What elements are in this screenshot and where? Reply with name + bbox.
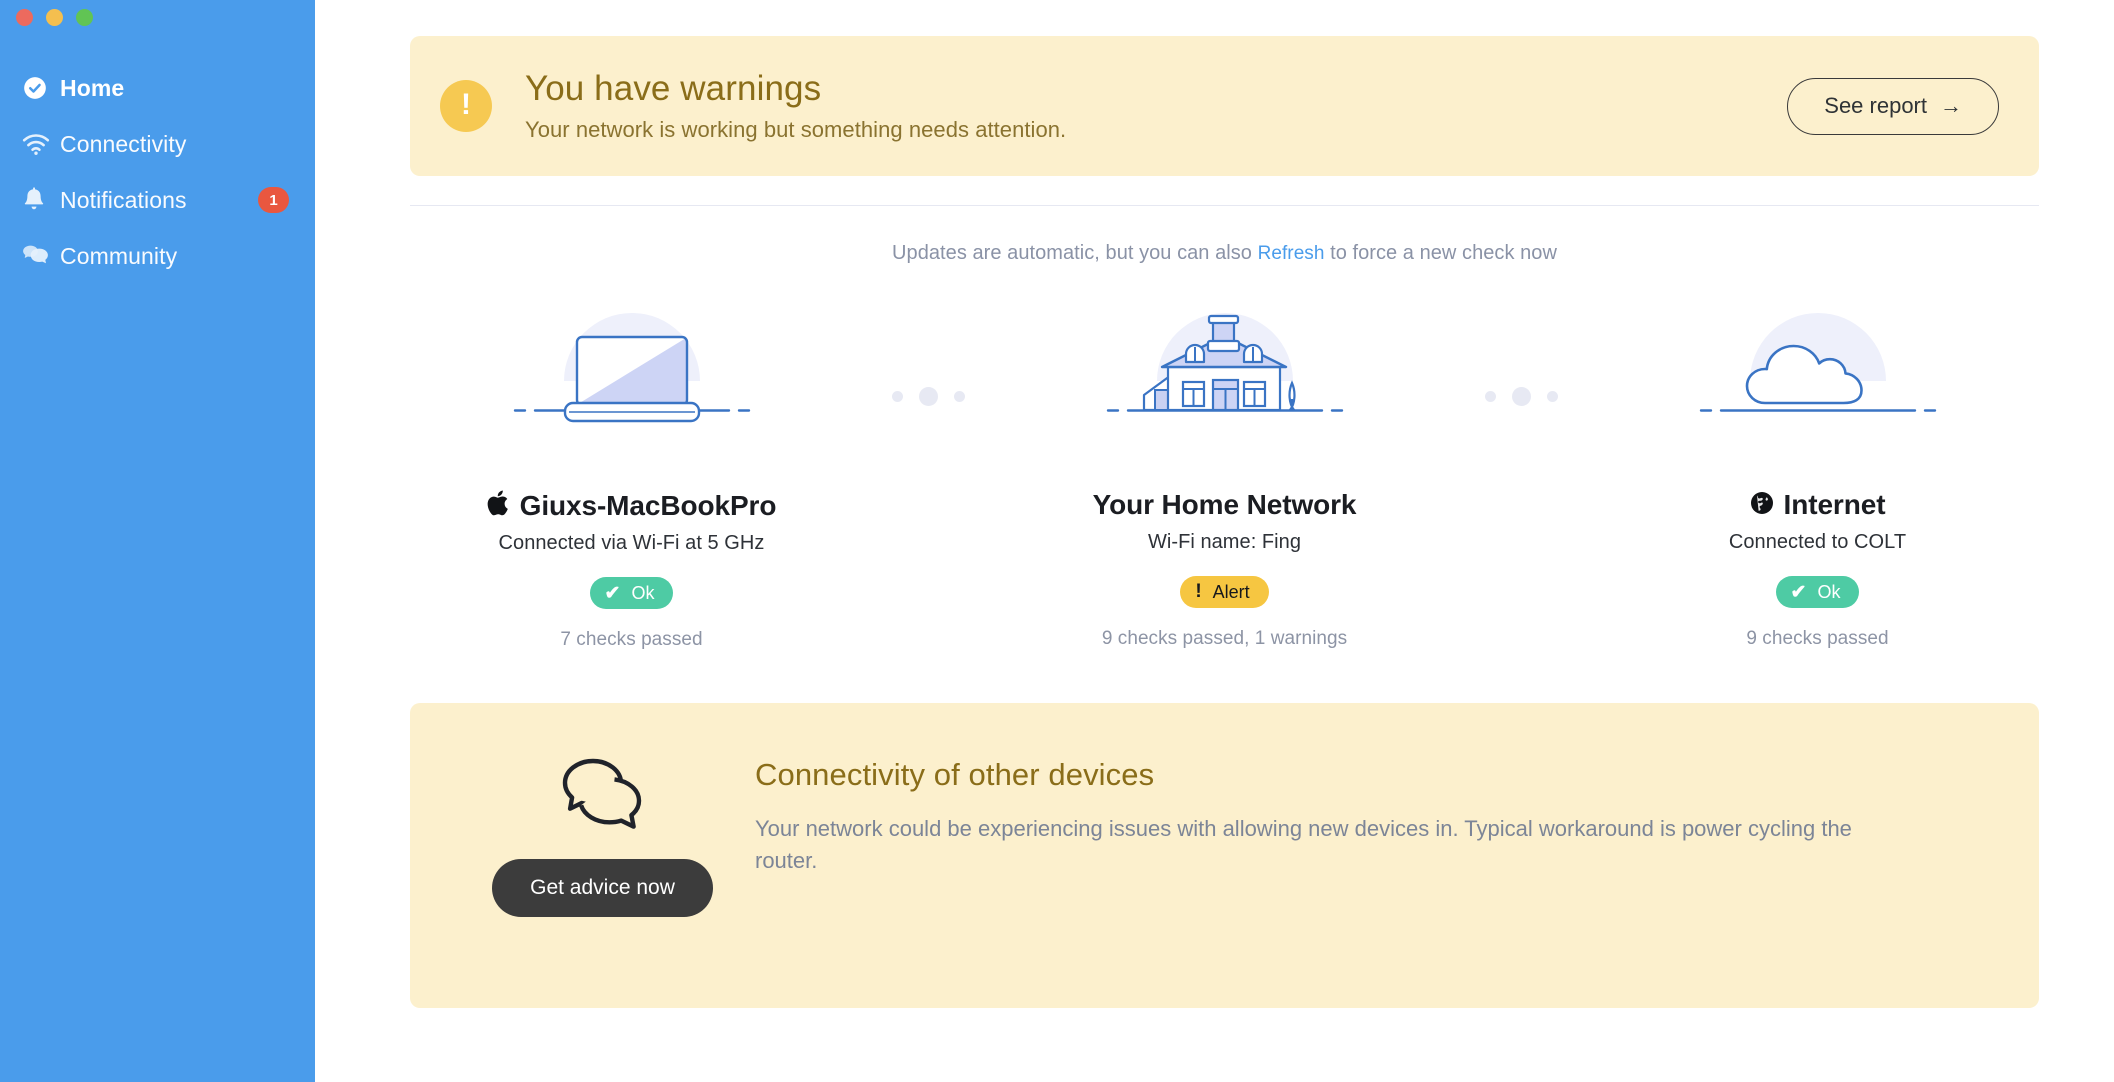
sidebar: Home Connectivity Notifications 1 Commun…: [0, 0, 315, 1082]
refresh-link[interactable]: Refresh: [1258, 243, 1325, 264]
chat-bubbles-outline-icon: [557, 755, 649, 835]
status-card-checks: 9 checks passed: [1746, 628, 1889, 649]
status-card-device[interactable]: Giuxs-MacBookPro Connected via Wi-Fi at …: [410, 291, 853, 651]
status-badge: ✔ Ok: [1775, 576, 1860, 608]
connector-dot: [918, 386, 938, 406]
exclamation-icon: !: [1195, 581, 1202, 602]
connector-dots-left: [853, 291, 1003, 451]
arrow-right-icon: →: [1940, 93, 1962, 118]
connector-dot: [953, 390, 965, 402]
status-card-checks: 9 checks passed, 1 warnings: [1101, 628, 1348, 649]
section-divider: [410, 205, 2039, 206]
status-card-title: Internet: [1750, 489, 1886, 521]
sidebar-item-community[interactable]: Community: [0, 228, 315, 284]
status-card-title: Giuxs-MacBookPro: [487, 489, 777, 522]
status-card-network[interactable]: Your Home Network Wi-Fi name: Fing ! Ale…: [1003, 291, 1446, 650]
see-report-button[interactable]: See report →: [1787, 77, 1999, 135]
refresh-hint-before: Updates are automatic, but you can also: [892, 242, 1252, 264]
warning-banner: ! You have warnings Your network is work…: [410, 36, 2039, 176]
status-badge: ✔ Ok: [589, 577, 674, 609]
sidebar-item-label: Connectivity: [60, 130, 187, 157]
warning-banner-text: You have warnings Your network is workin…: [525, 69, 1066, 143]
status-card-title-text: Your Home Network: [1092, 489, 1357, 520]
status-card-subtitle: Connected via Wi-Fi at 5 GHz: [498, 532, 765, 554]
notifications-badge: 1: [258, 187, 289, 213]
advice-title: Connectivity of other devices: [755, 757, 1155, 792]
sidebar-item-home[interactable]: Home: [0, 60, 315, 116]
cloud-illustration: [1693, 291, 1943, 451]
check-circle-icon: [22, 75, 56, 101]
advice-panel-left: Get advice now: [450, 755, 755, 917]
sidebar-item-label: Notifications: [60, 186, 187, 213]
check-icon: ✔: [1790, 581, 1807, 603]
laptop-illustration: [507, 291, 757, 451]
connector-dot: [1484, 390, 1496, 402]
status-badge-label: Alert: [1212, 581, 1250, 602]
check-icon: ✔: [604, 582, 621, 604]
refresh-hint-after: to force a new check now: [1330, 242, 1557, 264]
window-minimize-button[interactable]: [46, 9, 63, 26]
advice-panel-right: Connectivity of other devices Your netwo…: [755, 755, 1984, 877]
status-card-internet[interactable]: Internet Connected to COLT ✔ Ok 9 checks…: [1596, 291, 2039, 650]
status-card-title: Your Home Network: [1093, 489, 1357, 521]
status-badge-label: Ok: [631, 582, 655, 603]
globe-icon: [1750, 491, 1774, 520]
bell-icon: [22, 187, 56, 213]
window-zoom-button[interactable]: [76, 9, 93, 26]
advice-panel: Get advice now Connectivity of other dev…: [410, 703, 2039, 1008]
connector-dots-right: [1446, 291, 1596, 451]
exclamation-circle-icon: !: [440, 80, 492, 132]
house-illustration: [1100, 291, 1350, 451]
network-status-row: Giuxs-MacBookPro Connected via Wi-Fi at …: [410, 291, 2039, 651]
status-card-subtitle: Wi-Fi name: Fing: [1147, 531, 1302, 553]
connector-dot: [1546, 390, 1558, 402]
window-traffic-lights: [0, 0, 315, 40]
window-close-button[interactable]: [16, 9, 33, 26]
get-advice-button[interactable]: Get advice now: [492, 859, 713, 917]
status-badge: ! Alert: [1180, 576, 1269, 608]
status-card-title-text: Internet: [1783, 489, 1886, 520]
status-card-title-text: Giuxs-MacBookPro: [519, 489, 777, 521]
status-badge-label: Ok: [1817, 581, 1841, 602]
connector-dot: [1511, 386, 1531, 406]
sidebar-item-connectivity[interactable]: Connectivity: [0, 116, 315, 172]
refresh-hint: Updates are automatic, but you can also …: [410, 242, 2039, 265]
sidebar-item-label: Home: [60, 74, 125, 101]
apple-logo-icon: [487, 489, 510, 522]
app-window: Home Connectivity Notifications 1 Commun…: [0, 0, 2114, 1082]
sidebar-nav: Home Connectivity Notifications 1 Commun…: [0, 60, 315, 284]
chat-bubbles-icon: [22, 244, 56, 268]
connector-dot: [891, 390, 903, 402]
main-content: ! You have warnings Your network is work…: [315, 0, 2114, 1082]
wifi-icon: [22, 133, 56, 155]
sidebar-item-notifications[interactable]: Notifications 1: [0, 172, 315, 228]
see-report-label: See report: [1824, 93, 1927, 118]
warning-banner-title: You have warnings: [525, 68, 822, 108]
warning-banner-subtitle: Your network is working but something ne…: [525, 117, 1067, 143]
status-card-subtitle: Connected to COLT: [1728, 531, 1907, 553]
sidebar-item-label: Community: [60, 242, 178, 269]
status-card-checks: 7 checks passed: [560, 629, 703, 650]
advice-body: Your network could be experiencing issue…: [755, 816, 1852, 873]
